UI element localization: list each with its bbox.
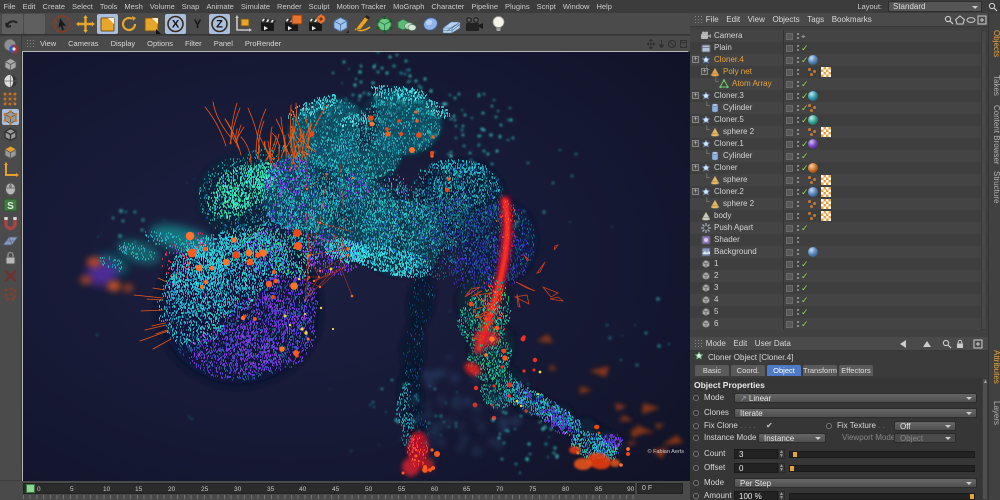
svg-text:© Fabian Aerts: © Fabian Aerts <box>648 448 685 455</box>
svg-text:X: X <box>172 19 180 31</box>
svg-text:Y: Y <box>193 17 201 31</box>
svg-text:Z: Z <box>216 19 223 31</box>
svg-text:S: S <box>7 201 14 212</box>
